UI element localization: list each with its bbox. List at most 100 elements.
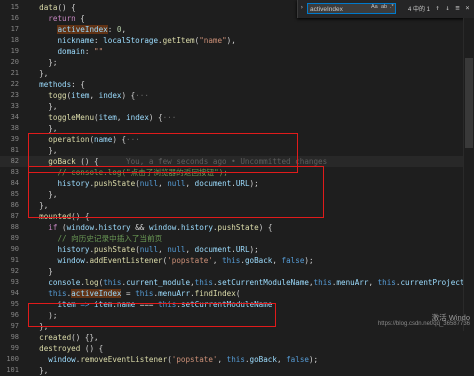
line-code[interactable]: data() { — [30, 2, 76, 13]
code-line[interactable]: 98 created() {}, — [0, 332, 474, 343]
toggle-replace-icon[interactable]: › — [300, 4, 304, 11]
line-code[interactable]: history.pushState(null, null, document.U… — [30, 244, 258, 255]
match-case-toggle[interactable]: Aa — [371, 4, 378, 10]
line-code[interactable]: }, — [30, 365, 48, 376]
code-line[interactable]: 100 window.removeEventListener('popstate… — [0, 354, 474, 365]
folded-region-indicator[interactable]: ··· — [163, 113, 177, 122]
code-line[interactable]: 17 activeIndex: 0, — [0, 24, 474, 35]
search-match-highlight: activeIndex — [71, 289, 122, 298]
line-number: 19 — [10, 47, 19, 55]
code-token: created — [39, 333, 72, 342]
code-token: window — [66, 223, 95, 232]
code-token: : — [94, 36, 104, 45]
code-line[interactable]: 20 }; — [0, 57, 474, 68]
line-code[interactable]: }, — [30, 68, 48, 79]
code-line[interactable]: 89 // 向历史记录中插入了当前页 — [0, 233, 474, 244]
previous-match-button[interactable]: ↑ — [433, 3, 442, 14]
line-number: 34 — [10, 113, 19, 121]
line-code[interactable]: created() {}, — [30, 332, 99, 343]
code-token: togg — [48, 91, 67, 100]
code-token: false — [286, 355, 309, 364]
code-token: ) { — [121, 91, 136, 100]
code-token: = — [121, 289, 136, 298]
code-line[interactable]: 33 }, — [0, 101, 474, 112]
code-token: this — [226, 355, 245, 364]
line-code[interactable]: activeIndex: 0, — [30, 24, 126, 35]
line-code[interactable]: if (window.history && window.history.pus… — [30, 222, 272, 233]
line-code[interactable]: } — [30, 266, 53, 277]
code-line[interactable]: 94 this.activeIndex = this.menuArr.findI… — [0, 288, 474, 299]
code-token: getItem — [162, 36, 195, 45]
line-code[interactable]: }, — [30, 101, 57, 112]
find-widget: › activeIndex Aa ab .* 4 中的 1 ↑ ↓ ≡ × — [297, 0, 474, 18]
close-find-button[interactable]: × — [463, 3, 472, 14]
code-line[interactable]: 23 togg(item, index) {··· — [0, 90, 474, 101]
code-line[interactable]: 92 } — [0, 266, 474, 277]
next-match-button[interactable]: ↓ — [443, 3, 452, 14]
code-line[interactable]: 21 }, — [0, 68, 474, 79]
code-token: this — [103, 278, 122, 287]
code-line[interactable]: 22 methods: { — [0, 79, 474, 90]
line-code[interactable]: return { — [30, 13, 85, 24]
line-code[interactable]: }; — [30, 57, 57, 68]
line-code[interactable]: // 向历史记录中插入了当前页 — [30, 233, 162, 244]
line-code[interactable]: this.activeIndex = this.menuArr.findInde… — [30, 288, 240, 299]
line-code[interactable]: toggleMenu(item, index) {··· — [30, 112, 176, 123]
code-line[interactable]: 91 window.addEventListener('popstate', t… — [0, 255, 474, 266]
scrollbar-thumb[interactable] — [465, 58, 473, 148]
code-token: window — [148, 223, 177, 232]
match-count: 4 中的 1 — [408, 7, 431, 13]
code-line[interactable]: 18 nickname: localStorage.getItem("name"… — [0, 35, 474, 46]
code-token: item — [71, 91, 90, 100]
code-line[interactable]: 19 domain: "" — [0, 46, 474, 57]
line-number: 17 — [10, 25, 19, 33]
code-line[interactable]: 34 toggleMenu(item, index) {··· — [0, 112, 474, 123]
code-token: , — [272, 256, 282, 265]
find-in-selection-button[interactable]: ≡ — [453, 3, 462, 14]
match-whole-word-toggle[interactable]: ab — [381, 4, 387, 10]
code-token: , — [185, 245, 195, 254]
line-code[interactable]: togg(item, index) {··· — [30, 90, 149, 101]
regex-toggle[interactable]: .* — [390, 4, 394, 10]
code-line[interactable]: 93 console.log(this.current_module,this.… — [0, 277, 474, 288]
code-token: () {}, — [71, 333, 99, 342]
code-line[interactable]: 101 }, — [0, 365, 474, 376]
code-token: ), — [226, 36, 236, 45]
code-line[interactable]: 99 destroyed () { — [0, 343, 474, 354]
line-number: 86 — [10, 201, 19, 209]
code-token: }, — [30, 102, 58, 111]
line-code[interactable]: console.log(this.current_module,this.set… — [30, 277, 473, 288]
code-editor[interactable]: 15 data() {16 return {17 activeIndex: 0,… — [0, 0, 474, 375]
line-number: 16 — [10, 14, 19, 22]
code-token: this — [313, 278, 332, 287]
line-code[interactable]: window.addEventListener('popstate', this… — [30, 255, 313, 266]
line-number: 33 — [10, 102, 19, 110]
line-code[interactable]: window.removeEventListener('popstate', t… — [30, 354, 318, 365]
line-code[interactable]: methods: { — [30, 79, 85, 90]
annotation-box-mounted — [28, 166, 324, 218]
code-token: , — [368, 278, 378, 287]
code-token: , — [276, 355, 287, 364]
code-token: ( — [235, 289, 241, 298]
code-token: data — [39, 3, 58, 12]
line-code[interactable]: nickname: localStorage.getItem("name"), — [30, 35, 236, 46]
code-token: }; — [30, 58, 58, 67]
vertical-scrollbar[interactable] — [463, 18, 474, 331]
line-number: 90 — [10, 245, 19, 253]
code-token: localStorage — [103, 36, 159, 45]
code-token: this — [48, 289, 67, 298]
code-token: "name" — [199, 36, 227, 45]
code-line[interactable]: 90 history.pushState(null, null, documen… — [0, 244, 474, 255]
code-line[interactable]: 88 if (window.history && window.history.… — [0, 222, 474, 233]
folded-region-indicator[interactable]: ··· — [135, 91, 149, 100]
code-token: findIndex — [194, 289, 236, 298]
code-token: , — [121, 25, 127, 34]
line-code[interactable]: domain: "" — [30, 46, 103, 57]
line-code[interactable]: destroyed () { — [30, 343, 103, 354]
